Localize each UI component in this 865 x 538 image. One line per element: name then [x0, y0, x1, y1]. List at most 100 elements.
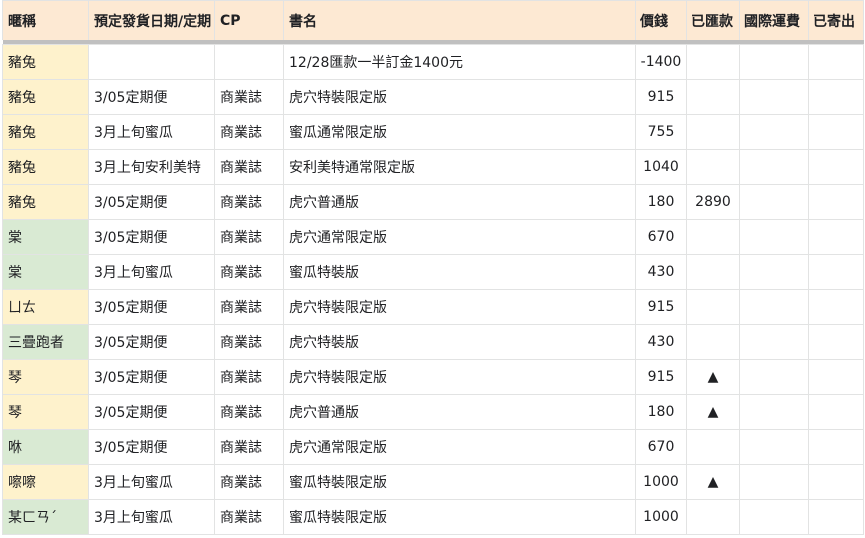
cell-cp[interactable]: 商業誌	[214, 324, 284, 360]
cell-price[interactable]: 915	[635, 79, 687, 115]
cell-cp[interactable]: 商業誌	[214, 359, 284, 395]
cell-nick[interactable]: 棠	[2, 219, 89, 255]
cell-date[interactable]: 3月上旬蜜瓜	[88, 499, 215, 535]
header-cp[interactable]: CP	[214, 0, 284, 40]
cell-price[interactable]: 1000	[635, 464, 687, 500]
header-nick[interactable]: 暱稱	[2, 0, 89, 40]
cell-nick[interactable]: 咻	[2, 429, 89, 465]
cell-paid[interactable]	[686, 429, 740, 465]
cell-shipping[interactable]	[739, 359, 809, 395]
cell-date[interactable]: 3/05定期便	[88, 359, 215, 395]
cell-shipping[interactable]	[739, 44, 809, 80]
cell-cp[interactable]: 商業誌	[214, 394, 284, 430]
cell-date[interactable]: 3/05定期便	[88, 289, 215, 325]
cell-paid[interactable]	[686, 114, 740, 150]
header-date[interactable]: 預定發貨日期/定期	[88, 0, 215, 40]
cell-shipping[interactable]	[739, 499, 809, 535]
header-title[interactable]: 書名	[283, 0, 636, 40]
cell-shipping[interactable]	[739, 219, 809, 255]
cell-nick[interactable]: 三疊跑者	[2, 324, 89, 360]
cell-paid[interactable]	[686, 79, 740, 115]
cell-paid[interactable]	[686, 289, 740, 325]
cell-title[interactable]: 虎穴特裝版	[283, 324, 636, 360]
cell-title[interactable]: 虎穴通常限定版	[283, 219, 636, 255]
cell-price[interactable]: 670	[635, 219, 687, 255]
cell-shipping[interactable]	[739, 254, 809, 290]
cell-date[interactable]: 3月上旬蜜瓜	[88, 254, 215, 290]
cell-price[interactable]: 180	[635, 184, 687, 220]
cell-date[interactable]: 3/05定期便	[88, 219, 215, 255]
cell-sent[interactable]	[808, 429, 864, 465]
cell-title[interactable]: 虎穴特裝限定版	[283, 79, 636, 115]
cell-date[interactable]: 3/05定期便	[88, 429, 215, 465]
cell-paid[interactable]: ▲	[686, 359, 740, 395]
cell-nick[interactable]: 豬兔	[2, 114, 89, 150]
cell-date[interactable]: 3月上旬蜜瓜	[88, 464, 215, 500]
cell-nick[interactable]: 豬兔	[2, 79, 89, 115]
cell-price[interactable]: 430	[635, 324, 687, 360]
cell-title[interactable]: 蜜瓜特裝版	[283, 254, 636, 290]
cell-nick[interactable]: 豬兔	[2, 184, 89, 220]
cell-nick[interactable]: 棠	[2, 254, 89, 290]
cell-nick[interactable]: ㄩㄊ	[2, 289, 89, 325]
cell-paid[interactable]	[686, 254, 740, 290]
cell-date[interactable]: 3月上旬安利美特	[88, 149, 215, 185]
cell-title[interactable]: 安利美特通常限定版	[283, 149, 636, 185]
cell-shipping[interactable]	[739, 184, 809, 220]
cell-paid[interactable]: ▲	[686, 464, 740, 500]
cell-title[interactable]: 蜜瓜特裝限定版	[283, 464, 636, 500]
cell-title[interactable]: 蜜瓜特裝限定版	[283, 499, 636, 535]
cell-cp[interactable]: 商業誌	[214, 149, 284, 185]
cell-paid[interactable]	[686, 219, 740, 255]
cell-nick[interactable]: 琴	[2, 359, 89, 395]
cell-paid[interactable]	[686, 44, 740, 80]
cell-date[interactable]: 3月上旬蜜瓜	[88, 114, 215, 150]
cell-title[interactable]: 12/28匯款一半訂金1400元	[283, 44, 636, 80]
cell-sent[interactable]	[808, 184, 864, 220]
cell-cp[interactable]: 商業誌	[214, 79, 284, 115]
header-shipping[interactable]: 國際運費	[739, 0, 809, 40]
cell-title[interactable]: 虎穴特裝限定版	[283, 289, 636, 325]
cell-nick[interactable]: 嚓嚓	[2, 464, 89, 500]
cell-nick[interactable]: 豬兔	[2, 44, 89, 80]
cell-date[interactable]: 3/05定期便	[88, 394, 215, 430]
cell-shipping[interactable]	[739, 429, 809, 465]
cell-paid[interactable]	[686, 324, 740, 360]
header-sent[interactable]: 已寄出	[808, 0, 864, 40]
cell-title[interactable]: 虎穴特裝限定版	[283, 359, 636, 395]
cell-shipping[interactable]	[739, 114, 809, 150]
cell-shipping[interactable]	[739, 149, 809, 185]
cell-sent[interactable]	[808, 324, 864, 360]
cell-paid[interactable]	[686, 499, 740, 535]
cell-price[interactable]: 180	[635, 394, 687, 430]
cell-shipping[interactable]	[739, 289, 809, 325]
cell-price[interactable]: 915	[635, 359, 687, 395]
cell-price[interactable]: 1040	[635, 149, 687, 185]
cell-sent[interactable]	[808, 359, 864, 395]
cell-nick[interactable]: 豬兔	[2, 149, 89, 185]
cell-nick[interactable]: 某ㄈㄢˊ	[2, 499, 89, 535]
cell-shipping[interactable]	[739, 324, 809, 360]
cell-cp[interactable]	[214, 44, 284, 80]
cell-cp[interactable]: 商業誌	[214, 464, 284, 500]
cell-title[interactable]: 蜜瓜通常限定版	[283, 114, 636, 150]
header-price[interactable]: 價錢	[635, 0, 687, 40]
cell-cp[interactable]: 商業誌	[214, 184, 284, 220]
cell-shipping[interactable]	[739, 79, 809, 115]
cell-sent[interactable]	[808, 44, 864, 80]
cell-sent[interactable]	[808, 79, 864, 115]
cell-price[interactable]: 430	[635, 254, 687, 290]
cell-sent[interactable]	[808, 219, 864, 255]
cell-title[interactable]: 虎穴通常限定版	[283, 429, 636, 465]
cell-nick[interactable]: 琴	[2, 394, 89, 430]
cell-sent[interactable]	[808, 394, 864, 430]
cell-price[interactable]: 670	[635, 429, 687, 465]
cell-sent[interactable]	[808, 499, 864, 535]
cell-price[interactable]: 915	[635, 289, 687, 325]
cell-cp[interactable]: 商業誌	[214, 429, 284, 465]
cell-paid[interactable]: ▲	[686, 394, 740, 430]
cell-shipping[interactable]	[739, 394, 809, 430]
cell-price[interactable]: -1400	[635, 44, 687, 80]
cell-cp[interactable]: 商業誌	[214, 219, 284, 255]
cell-title[interactable]: 虎穴普通版	[283, 394, 636, 430]
